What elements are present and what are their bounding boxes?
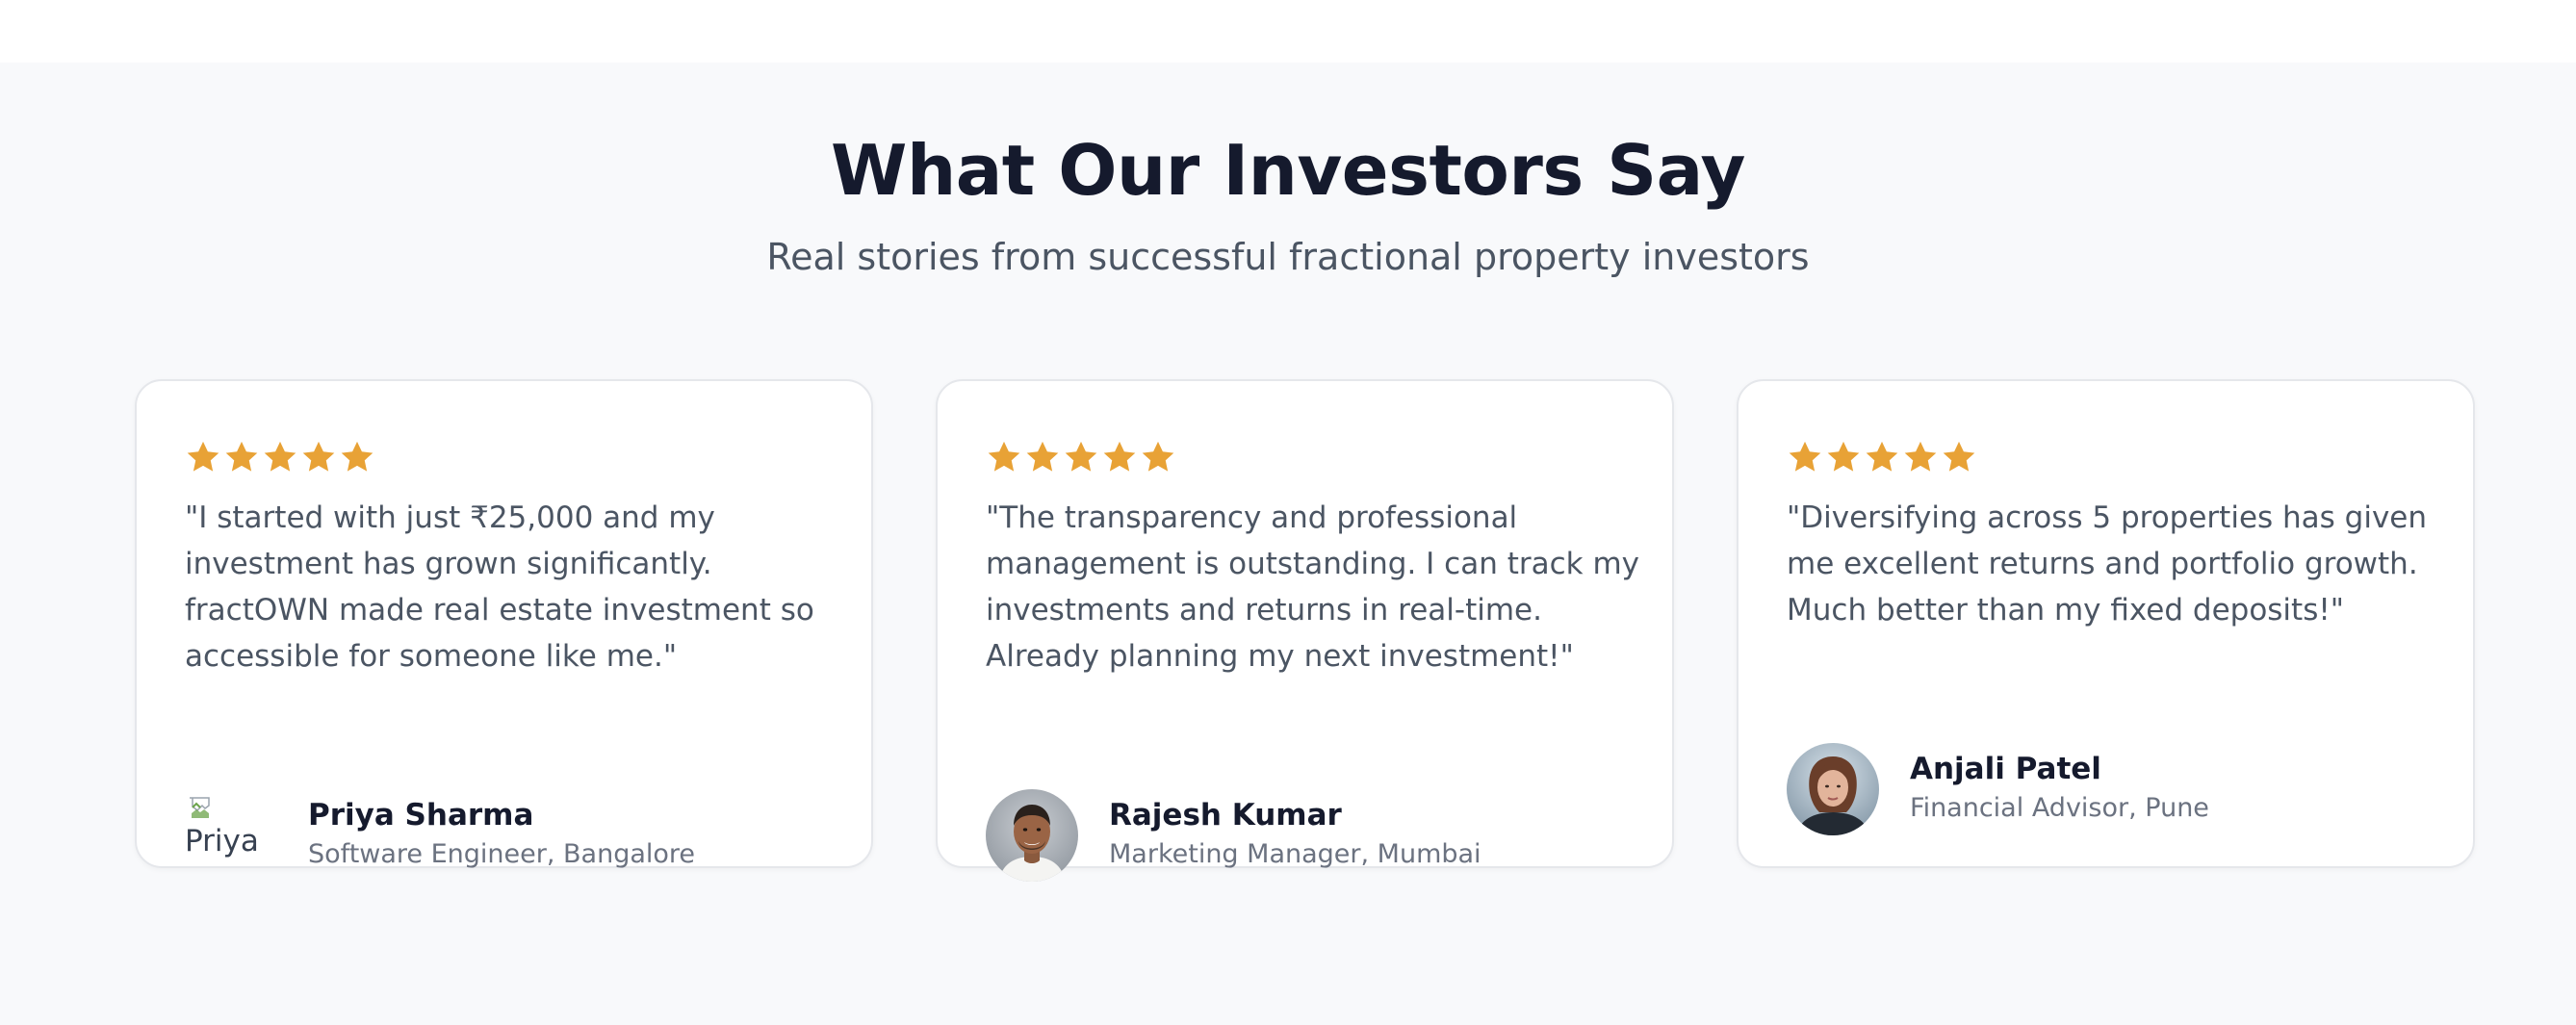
star-icon [1065,441,1097,472]
avatar: Priya [185,789,277,882]
top-navbar-area [0,0,2576,63]
star-icon [1026,441,1059,472]
avatar-alt-text: Priya [185,824,259,858]
star-rating [185,439,375,475]
woman-portrait-photo [1787,743,1879,835]
star-icon [1866,441,1898,472]
star-rating [1787,439,1977,475]
star-icon [187,441,219,472]
star-icon [1103,441,1136,472]
testimonial-card: "Diversifying across 5 properties has gi… [1737,379,2475,868]
author-name: Anjali Patel [1910,752,2101,786]
section-subtitle: Real stories from successful fractional … [766,236,1810,278]
author-info: Priya Sharma Software Engineer, Bangalor… [308,796,695,875]
testimonial-author: Priya Priya Sharma Software Engineer, Ba… [185,789,695,882]
author-info: Rajesh Kumar Marketing Manager, Mumbai [1109,796,1481,875]
author-name: Priya Sharma [308,798,534,833]
author-role: Financial Advisor, Pune [1910,793,2209,823]
star-icon [1827,441,1860,472]
testimonial-card: "The transparency and professional manag… [936,379,1674,882]
star-icon [225,441,258,472]
testimonial-quote: "The transparency and professional manag… [986,500,1640,674]
author-info: Anjali Patel Financial Advisor, Pune [1910,750,2209,829]
author-role: Marketing Manager, Mumbai [1109,839,1481,869]
avatar [986,789,1078,882]
star-icon [1943,441,1975,472]
star-icon [1789,441,1821,472]
testimonial-quote: "Diversifying across 5 properties has gi… [1787,500,2428,628]
broken-image-icon [190,797,210,818]
star-icon [1142,441,1174,472]
section-title: What Our Investors Say [831,130,1745,211]
testimonial-author: Anjali Patel Financial Advisor, Pune [1787,743,2209,835]
star-icon [988,441,1020,472]
avatar [1787,743,1879,835]
star-icon [341,441,374,472]
author-name: Rajesh Kumar [1109,798,1342,833]
star-icon [264,441,296,472]
testimonial-quote: "I started with just ₹25,000 and my inve… [185,500,814,674]
star-icon [302,441,335,472]
testimonial-author: Rajesh Kumar Marketing Manager, Mumbai [986,789,1481,882]
testimonial-card: "I started with just ₹25,000 and my inve… [135,379,873,869]
star-icon [1904,441,1937,472]
star-rating [986,439,1176,475]
author-role: Software Engineer, Bangalore [308,839,696,869]
man-portrait-photo [986,789,1078,882]
